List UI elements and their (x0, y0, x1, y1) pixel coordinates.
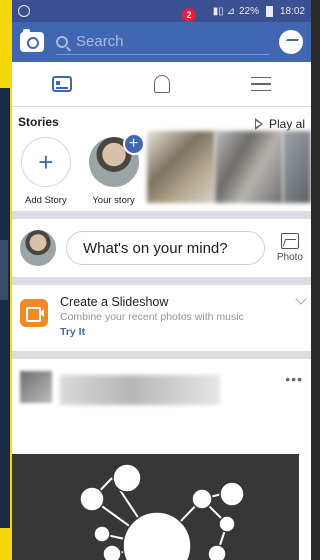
photo-label: Photo (276, 252, 303, 263)
search-box[interactable] (56, 29, 269, 55)
chevron-down-icon[interactable] (295, 293, 307, 305)
messenger-icon[interactable] (279, 30, 303, 54)
search-header (12, 22, 311, 62)
tab-news-feed[interactable] (12, 62, 112, 106)
tab-notifications[interactable] (112, 62, 212, 106)
photo-button[interactable]: Photo (277, 233, 303, 263)
add-story-label: Add Story (24, 195, 67, 206)
whats-on-your-mind-input[interactable]: What's on your mind? (66, 231, 265, 265)
network-graphic (79, 463, 245, 560)
post-composer: What's on your mind? Photo (12, 219, 311, 277)
stories-title: Stories (18, 115, 59, 129)
add-plus-icon: + (122, 133, 145, 155)
play-icon (254, 118, 263, 130)
story-thumbnail[interactable] (215, 131, 283, 203)
notification-icon (18, 5, 30, 17)
slideshow-title: Create a Slideshow (60, 295, 169, 309)
section-divider (12, 277, 311, 285)
news-feed-icon (51, 76, 72, 92)
search-icon (56, 35, 68, 48)
play-all-label: Play al (268, 117, 305, 131)
status-icons: ▮▯ ⊿ 22% 18:02 (212, 5, 305, 17)
tab-menu[interactable] (211, 62, 311, 106)
story-thumbnail[interactable] (147, 131, 216, 203)
hamburger-menu-icon (251, 77, 272, 91)
stories-header: Stories Play al (12, 107, 311, 133)
camera-icon[interactable] (20, 29, 44, 52)
background-edge-detail (0, 240, 8, 300)
avatar[interactable] (20, 230, 56, 266)
photo-icon (280, 233, 299, 249)
tab-bar: 2 (12, 8, 311, 107)
your-story[interactable]: + Your story (80, 133, 148, 211)
battery-percent: 22% (238, 5, 259, 17)
search-input[interactable] (76, 33, 256, 50)
section-divider (12, 351, 311, 359)
add-story-plus-icon: + (20, 137, 71, 187)
add-story[interactable]: + Add Story (12, 137, 80, 211)
background-edge (0, 88, 10, 528)
try-it-link[interactable]: Try It (60, 326, 244, 338)
slideshow-card[interactable]: Create a Slideshow Combine your recent p… (12, 285, 311, 351)
slideshow-icon (20, 299, 48, 327)
post-author-blurred (60, 375, 220, 405)
your-story-label: Your story (92, 195, 135, 206)
post-image[interactable] (12, 454, 299, 560)
bell-icon (153, 75, 170, 93)
story-thumbnail[interactable] (282, 131, 311, 203)
post-header: ••• (12, 359, 311, 437)
signal-icon: ▮▯ ⊿ (212, 5, 235, 17)
stories-row: + Add Story + Your story (12, 131, 311, 211)
battery-icon (265, 5, 273, 17)
section-divider (12, 211, 311, 219)
slideshow-subtitle: Combine your recent photos with music (60, 311, 244, 323)
post-author-avatar[interactable] (20, 371, 52, 403)
your-story-avatar: + (88, 133, 145, 187)
notification-badge: 2 (182, 8, 196, 22)
more-options-icon[interactable]: ••• (285, 371, 303, 387)
status-bar: ▮▯ ⊿ 22% 18:02 (12, 0, 311, 22)
clock: 18:02 (279, 5, 305, 17)
